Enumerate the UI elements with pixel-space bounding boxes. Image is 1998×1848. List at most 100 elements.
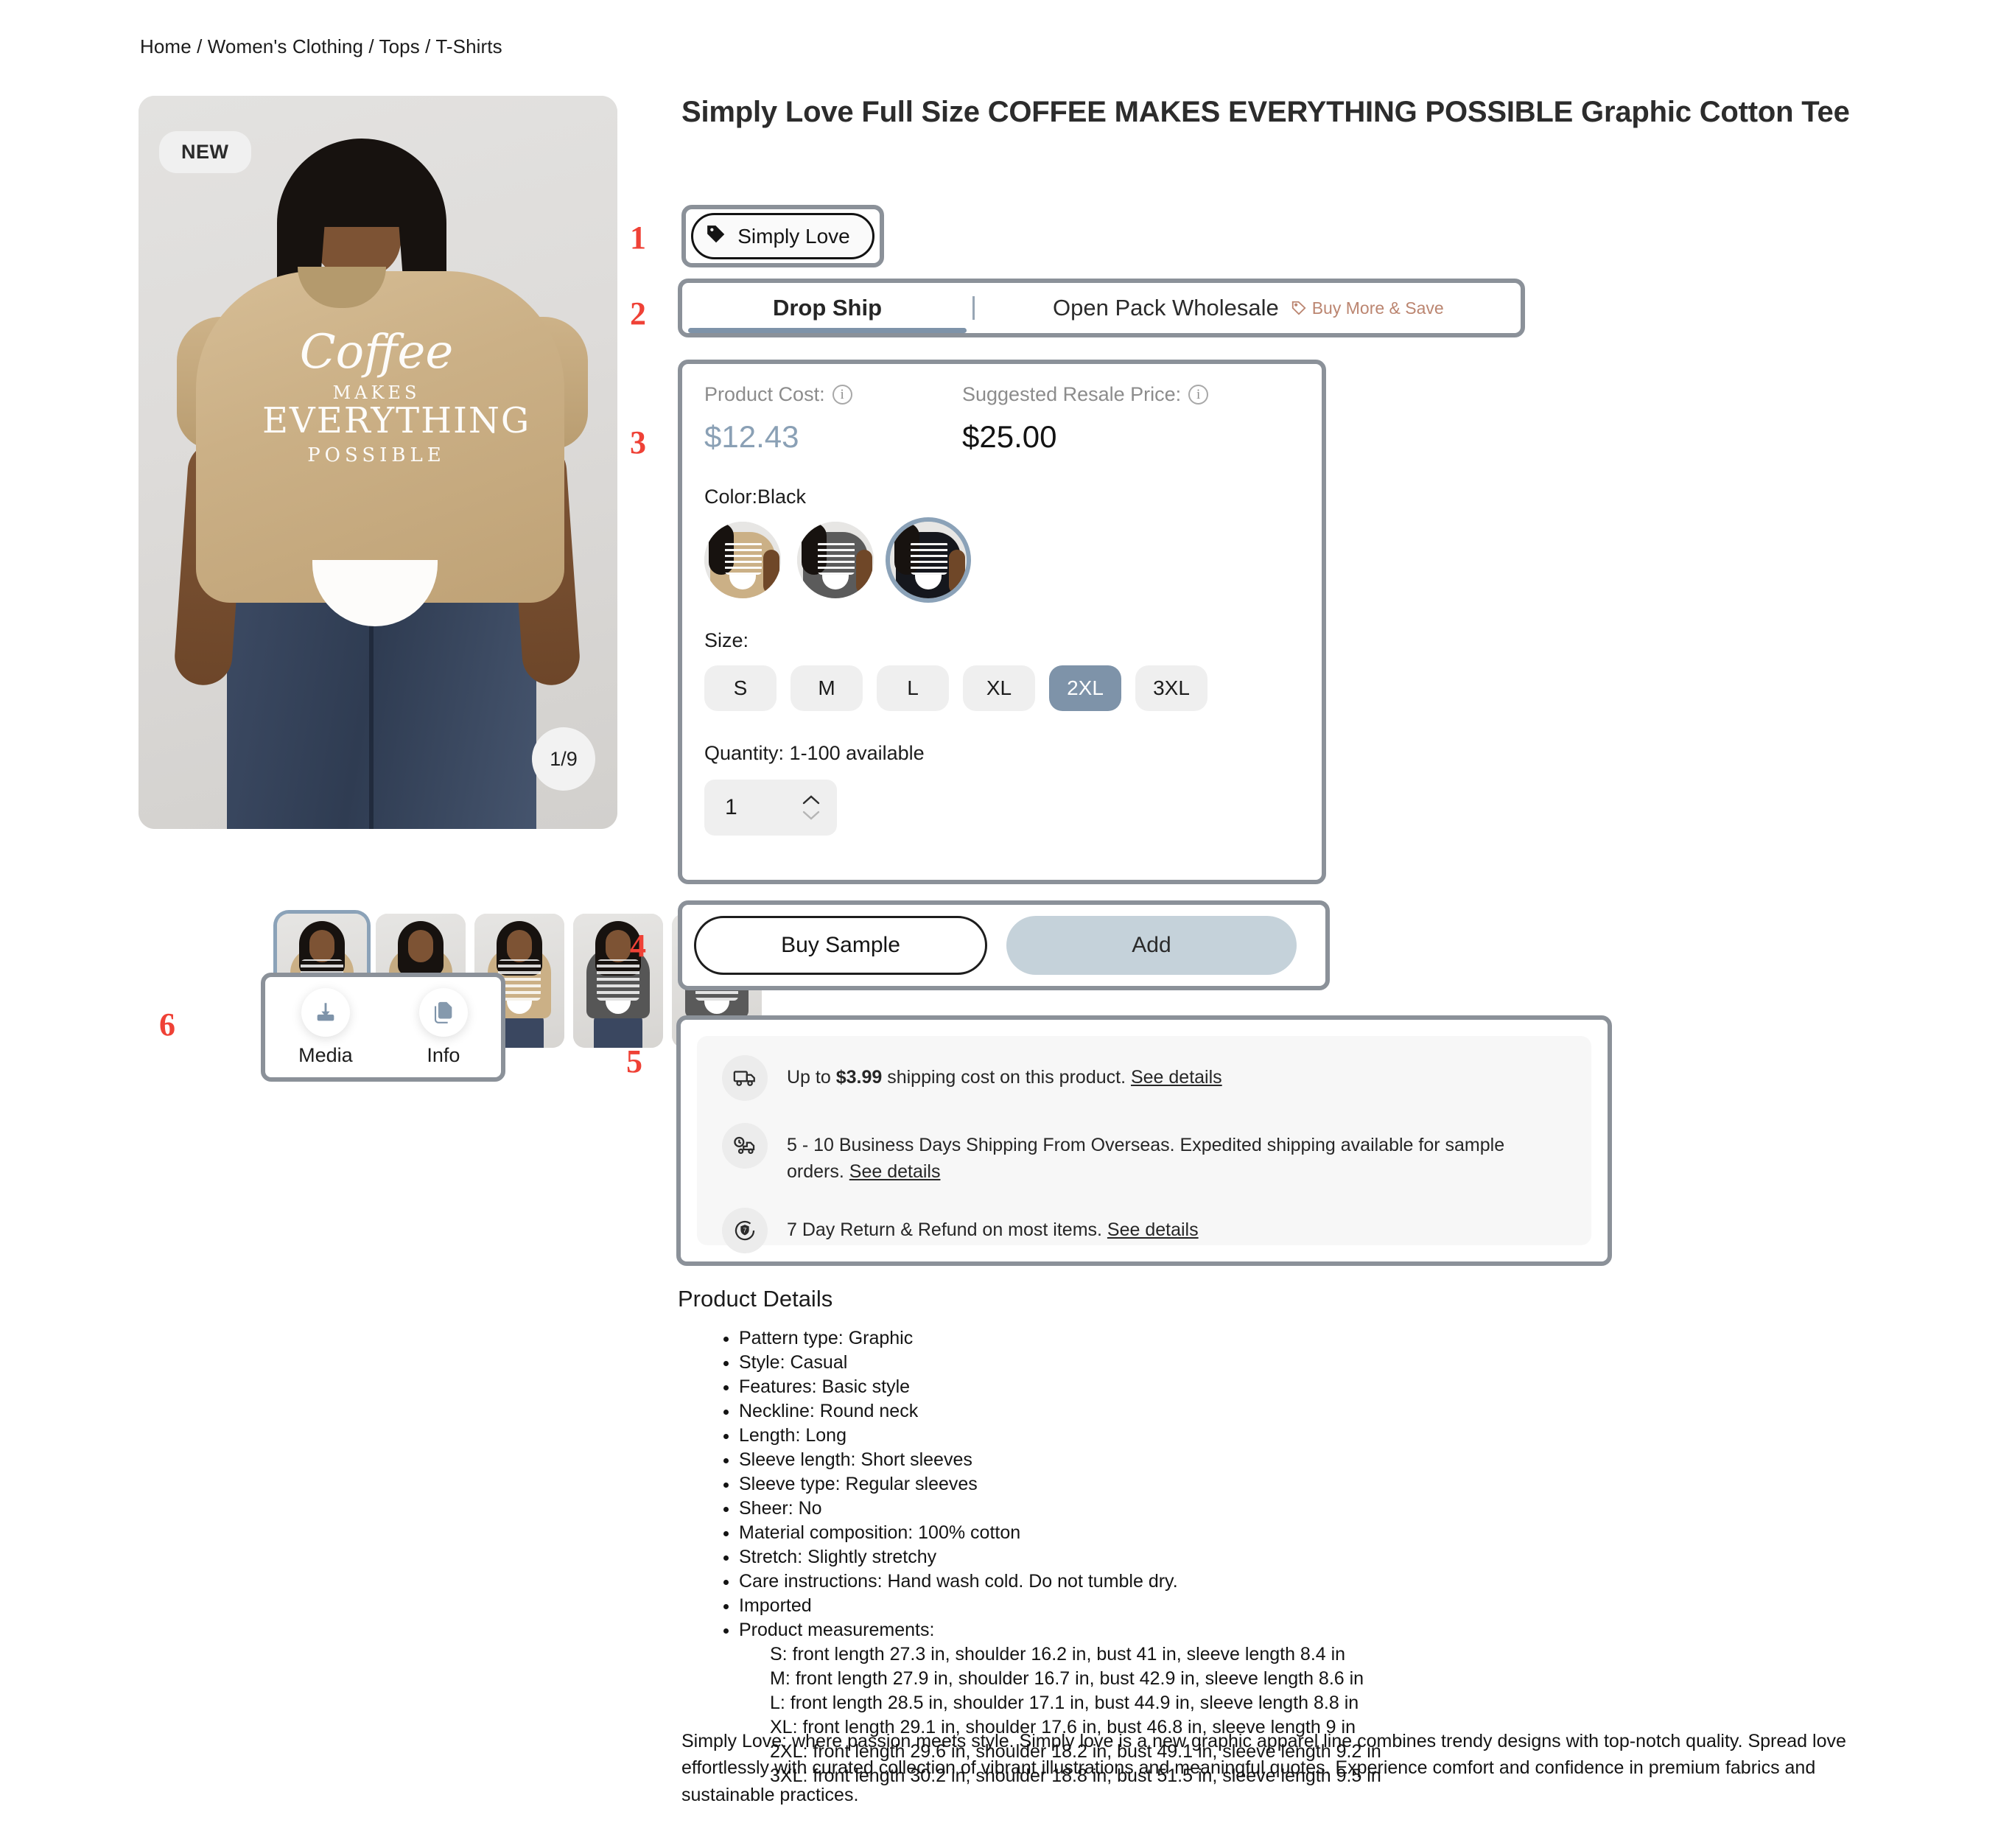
brand-panel: Simply Love [681, 205, 884, 267]
shipping-cost-text: Up to $3.99 shipping cost on this produc… [787, 1055, 1222, 1091]
size-label: Size: [704, 629, 749, 651]
quantity-value[interactable]: 1 [725, 795, 737, 820]
shipping-row-time: 5 - 10 Business Days Shipping From Overs… [722, 1123, 1566, 1186]
truck-clock-icon [722, 1123, 768, 1169]
product-detail-item: Neckline: Round neck [739, 1399, 1381, 1424]
resale-price-value: $25.00 [962, 419, 1057, 454]
product-detail-item: Sleeve length: Short sleeves [739, 1448, 1381, 1472]
new-badge: NEW [159, 131, 251, 173]
size-option-2xl[interactable]: 2XL [1049, 665, 1121, 711]
product-details-heading: Product Details [678, 1286, 833, 1312]
product-detail-item: Style: Casual [739, 1351, 1381, 1375]
annotation-1: 1 [630, 220, 646, 256]
shipping-return-text: 7 Day Return & Refund on most items. See… [787, 1208, 1199, 1243]
product-detail-item: Sleeve type: Regular sleeves [739, 1472, 1381, 1497]
info-label: Info [427, 1043, 460, 1066]
brand-name: Simply Love [737, 224, 850, 248]
graphic-line-4: POSSIBLE [307, 444, 446, 466]
tab-open-pack-wholesale-label: Open Pack Wholesale [1053, 295, 1279, 321]
buy-sample-button[interactable]: Buy Sample [694, 916, 987, 975]
color-swatches[interactable] [704, 522, 1300, 598]
tab-drop-ship-label: Drop Ship [772, 295, 883, 321]
fulfillment-tabs: Drop Ship Open Pack Wholesale Buy More &… [678, 279, 1525, 337]
measurement-item: M: front length 27.9 in, shoulder 16.7 i… [770, 1668, 1364, 1689]
brand-description: Simply Love: where passion meets style. … [681, 1731, 1846, 1805]
product-cost-label: Product Cost: [704, 383, 825, 405]
color-swatch-1[interactable] [704, 522, 781, 598]
size-option-s[interactable]: S [704, 665, 777, 711]
size-option-m[interactable]: M [791, 665, 863, 711]
breadcrumb[interactable]: Home / Women's Clothing / Tops / T-Shirt… [140, 35, 502, 58]
see-details-link[interactable]: See details [1107, 1219, 1199, 1240]
quantity-arrows [802, 794, 821, 821]
size-options[interactable]: S M L XL 2XL 3XL [704, 665, 1300, 711]
color-swatch-3[interactable] [890, 522, 967, 598]
shipping-panel: Up to $3.99 shipping cost on this produc… [676, 1015, 1612, 1266]
chevron-up-icon[interactable] [802, 794, 821, 805]
shirt-graphic: Coffee MAKES EVERYTHING POSSIBLE [262, 325, 531, 551]
chevron-down-icon[interactable] [802, 810, 821, 821]
tab-open-pack-wholesale[interactable]: Open Pack Wholesale Buy More & Save [975, 283, 1444, 333]
product-detail-item: Sheer: No [739, 1497, 1381, 1521]
see-details-link[interactable]: See details [849, 1161, 941, 1182]
shield-return-icon: 7 [722, 1207, 768, 1253]
see-details-link[interactable]: See details [1131, 1067, 1222, 1088]
product-cost-label-row: Product Cost: i [704, 383, 962, 406]
graphic-line-1: Coffee [299, 325, 454, 379]
annotation-2: 2 [630, 295, 646, 332]
measurement-item: L: front length 28.5 in, shoulder 17.1 i… [770, 1693, 1359, 1713]
hero-image[interactable]: Coffee MAKES EVERYTHING POSSIBLE NEW 1/9 [139, 96, 617, 829]
shipping-time-text: 5 - 10 Business Days Shipping From Overs… [787, 1123, 1566, 1186]
annotation-3: 3 [630, 424, 646, 461]
color-swatch-2[interactable] [797, 522, 874, 598]
product-details-list: Pattern type: GraphicStyle: CasualFeatur… [711, 1326, 1381, 1788]
brand-chip[interactable]: Simply Love [691, 213, 874, 259]
product-detail-item: Stretch: Slightly stretchy [739, 1545, 1381, 1569]
product-detail-item: Care instructions: Hand wash cold. Do no… [739, 1569, 1381, 1594]
annotation-5: 5 [626, 1043, 642, 1079]
graphic-line-3: EVERYTHING [262, 399, 531, 441]
buy-more-save-badge: Buy More & Save [1291, 298, 1444, 318]
variant-panel: Product Cost: i Suggested Resale Price: … [678, 360, 1326, 884]
truck-icon [722, 1055, 768, 1101]
info-icon[interactable]: i [1188, 385, 1209, 405]
resale-price-label: Suggested Resale Price: [962, 383, 1182, 405]
quantity-stepper[interactable]: 1 [704, 780, 837, 836]
product-info-column: Simply Love Full Size COFFEE MAKES EVERY… [681, 94, 1934, 130]
product-detail-item: Imported [739, 1594, 1381, 1618]
image-counter: 1/9 [532, 727, 595, 791]
thumbnail-4[interactable] [573, 914, 663, 1048]
quantity-label: Quantity: 1-100 available [704, 742, 925, 764]
tag-icon [705, 223, 727, 249]
shipping-cost-prefix: Up to [787, 1067, 836, 1088]
annotation-4: 4 [630, 928, 646, 964]
color-label: Color:Black [704, 486, 807, 508]
svg-text:7: 7 [743, 1226, 747, 1233]
purchase-actions-panel: Buy Sample Add [678, 900, 1330, 990]
product-photo-main: Coffee MAKES EVERYTHING POSSIBLE [139, 96, 617, 829]
product-cost-value: $12.43 [704, 419, 799, 454]
documents-icon [418, 987, 468, 1037]
info-icon[interactable]: i [832, 385, 852, 405]
product-detail-item: Length: Long [739, 1424, 1381, 1448]
page-title: Simply Love Full Size COFFEE MAKES EVERY… [681, 96, 1850, 128]
info-button[interactable]: Info [418, 987, 468, 1067]
resale-price-label-row: Suggested Resale Price: i [962, 383, 1209, 406]
add-button[interactable]: Add [1006, 916, 1297, 975]
shipping-cost-suffix: shipping cost on this product. [882, 1067, 1131, 1088]
download-icon [301, 987, 350, 1037]
annotation-6: 6 [159, 1007, 175, 1043]
product-gallery: Coffee MAKES EVERYTHING POSSIBLE NEW 1/9 [139, 96, 762, 1048]
product-detail-item: Pattern type: Graphic [739, 1326, 1381, 1351]
size-option-xl[interactable]: XL [963, 665, 1035, 711]
shipping-row-return: 7 7 Day Return & Refund on most items. S… [722, 1207, 1566, 1253]
size-option-l[interactable]: L [877, 665, 949, 711]
shipping-cost-amount: $3.99 [835, 1067, 883, 1088]
media-label: Media [298, 1043, 353, 1066]
media-info-panel: Media Info [261, 973, 505, 1082]
measurement-item: S: front length 27.3 in, shoulder 16.2 i… [770, 1644, 1346, 1665]
tab-drop-ship[interactable]: Drop Ship [682, 283, 972, 333]
size-option-3xl[interactable]: 3XL [1135, 665, 1207, 711]
product-detail-item: Material composition: 100% cotton [739, 1521, 1381, 1545]
media-button[interactable]: Media [298, 987, 353, 1067]
